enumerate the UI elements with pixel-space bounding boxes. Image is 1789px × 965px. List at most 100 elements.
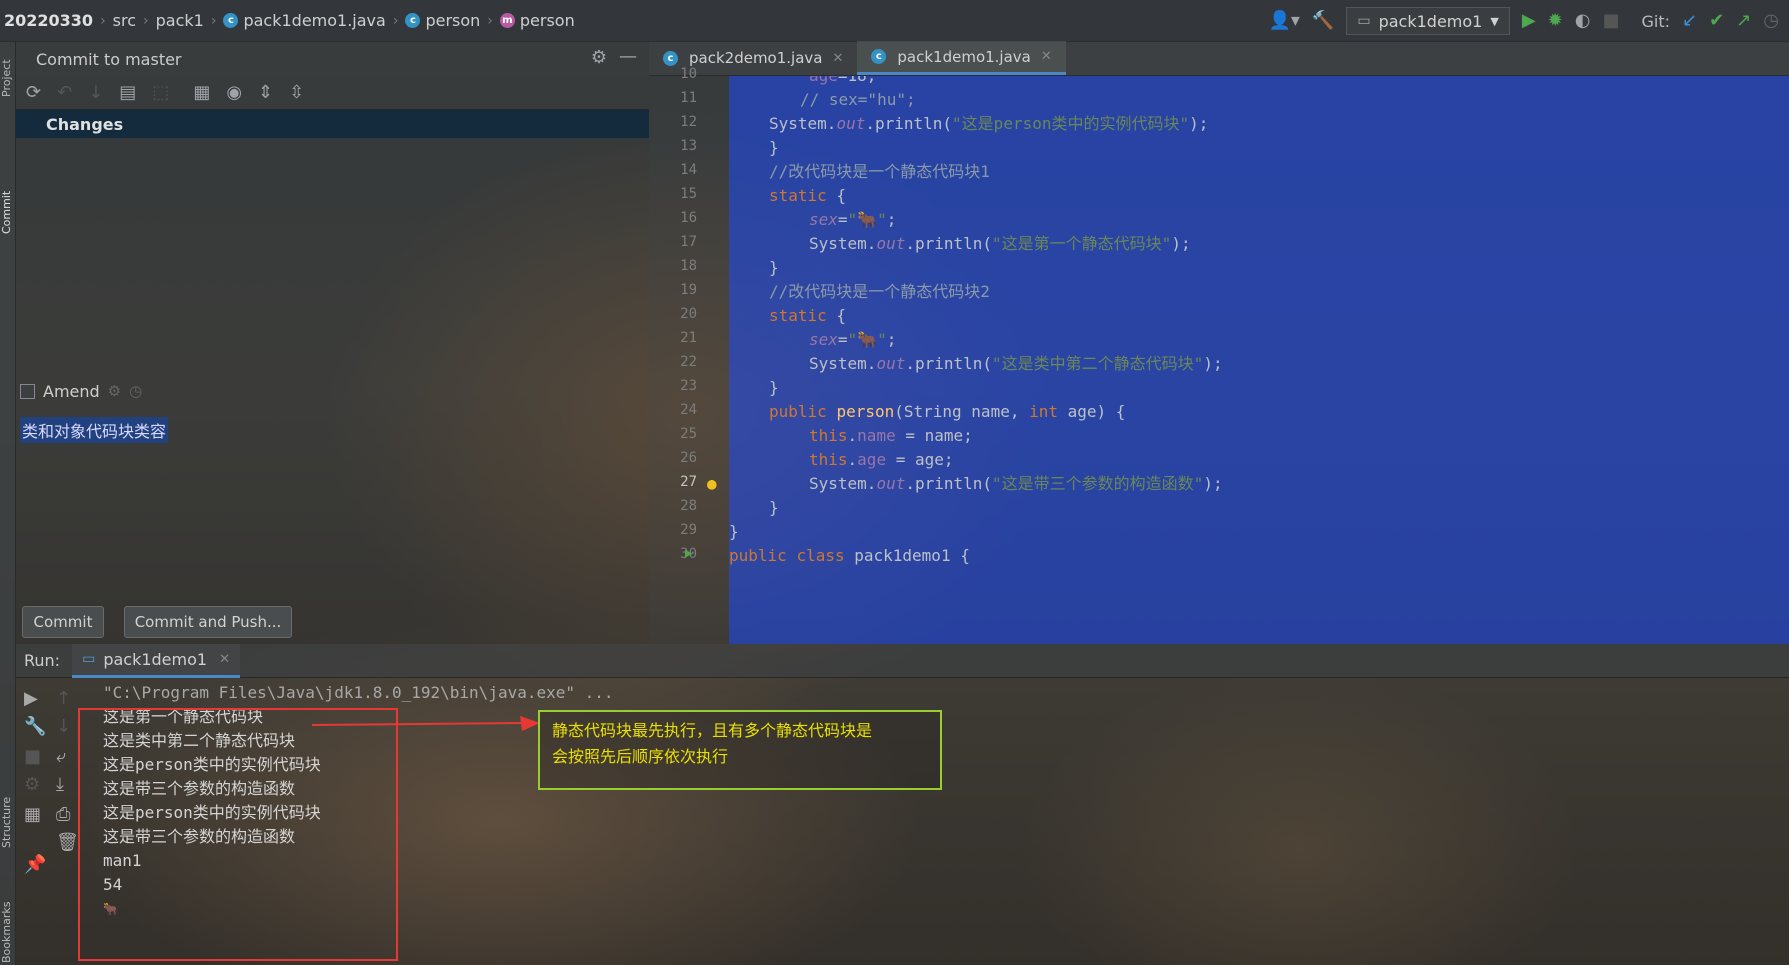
breadcrumb-pack1[interactable]: pack1: [156, 11, 204, 30]
shelve-icon[interactable]: ⬚: [152, 83, 169, 102]
code-token: age) {: [1058, 402, 1126, 421]
bookmarks-tool-tab[interactable]: Bookmarks: [0, 887, 16, 965]
tab-pack1demo1[interactable]: c pack1demo1.java ✕: [857, 41, 1066, 75]
minimize-icon[interactable]: —: [619, 48, 637, 66]
close-icon[interactable]: ✕: [832, 51, 843, 66]
code-line-17: System.out.println("这是第一个静态代码块");: [809, 232, 1191, 256]
scroll-to-end-icon[interactable]: ⤓: [56, 774, 64, 795]
project-tool-tab[interactable]: Project: [0, 48, 16, 108]
clock-icon[interactable]: ◷: [129, 384, 142, 399]
line-number: 25: [680, 426, 697, 442]
git-commit-icon[interactable]: ✔: [1709, 12, 1724, 30]
code-field: age: [857, 450, 887, 469]
line-number: 13: [680, 138, 697, 154]
breadcrumb-class[interactable]: person: [425, 11, 480, 30]
history-icon[interactable]: ◷: [1763, 12, 1779, 30]
arrow-up-icon[interactable]: ↑: [56, 688, 71, 709]
chevron-down-icon: ▼: [1490, 14, 1499, 28]
run-gutter-icon[interactable]: ▶: [685, 546, 693, 561]
breadcrumb-method[interactable]: person: [520, 11, 575, 30]
gear-icon[interactable]: ⚙: [591, 49, 607, 67]
breadcrumb-file[interactable]: pack1demo1.java: [243, 11, 385, 30]
run-tab-label: pack1demo1: [103, 649, 208, 669]
git-push-icon[interactable]: ↗: [1736, 12, 1751, 30]
rerun-icon[interactable]: ▶: [24, 688, 38, 709]
amend-option[interactable]: Amend ⚙ ◷: [20, 382, 142, 401]
soft-wrap-icon[interactable]: ⤶: [56, 746, 66, 767]
run-icon[interactable]: ▶: [1522, 12, 1536, 30]
run-tab-pack1demo1[interactable]: ▭ pack1demo1 ✕: [72, 643, 240, 678]
git-update-icon[interactable]: ↙: [1682, 12, 1697, 30]
group-by-icon[interactable]: ▦: [193, 83, 210, 102]
close-icon[interactable]: ✕: [1041, 49, 1052, 64]
code-keyword: this: [809, 450, 848, 469]
line-number: 14: [680, 162, 697, 178]
code-token: (String name,: [894, 402, 1030, 421]
rollback-icon[interactable]: ↶: [57, 83, 72, 102]
breadcrumb-src[interactable]: src: [113, 11, 136, 30]
refresh-icon[interactable]: ⟳: [26, 83, 41, 102]
code-line-12: System.out.println("这是person类中的实例代码块");: [769, 112, 1208, 136]
code-string: "这是类中第二个静态代码块": [992, 354, 1204, 373]
trash-icon[interactable]: 🗑: [56, 832, 79, 853]
print-icon[interactable]: ⎙: [56, 804, 70, 825]
code-token: age: [809, 76, 838, 85]
amend-checkbox[interactable]: [20, 384, 35, 399]
user-icon[interactable]: 👤▾: [1268, 12, 1299, 30]
code-line-13: }: [769, 138, 779, 157]
gear-icon[interactable]: ⚙: [108, 384, 121, 399]
code-token: System.: [809, 474, 877, 493]
commit-button[interactable]: Commit: [22, 606, 104, 638]
code-token: = age;: [886, 450, 954, 469]
code-keyword: static: [769, 306, 827, 325]
commit-tool-tab[interactable]: Commit: [0, 182, 16, 242]
code-line-22: System.out.println("这是类中第二个静态代码块");: [809, 352, 1223, 376]
eye-icon[interactable]: ◉: [226, 83, 242, 102]
line-number: 23: [680, 378, 697, 394]
line-number-current: 27: [680, 474, 697, 490]
structure-tool-tab[interactable]: Structure: [0, 782, 16, 862]
coverage-icon[interactable]: ◐: [1575, 12, 1591, 30]
build-hammer-icon[interactable]: 🔨: [1312, 12, 1334, 30]
code-line-26: this.age = age;: [809, 448, 954, 472]
run-configuration-select[interactable]: ▭ pack1demo1 ▼: [1346, 7, 1510, 35]
settings-icon[interactable]: ⚙: [24, 774, 40, 795]
expand-all-icon[interactable]: ⇕: [258, 83, 273, 102]
wrench-icon[interactable]: 🔧: [24, 716, 46, 737]
commit-toolbar: ⟳ ↶ ↓ ▤ ⬚ ▦ ◉ ⇕ ⇳: [16, 76, 649, 110]
commit-panel-title: Commit to master: [36, 49, 182, 69]
run-panel-header: Run: ▭ pack1demo1 ✕: [16, 643, 1789, 678]
line-number-gutter: 10 11 12 13 14 15 16 17 18 19 20 21 22 2…: [649, 66, 729, 644]
stop-icon[interactable]: ■: [24, 746, 41, 767]
pin-icon[interactable]: 📌: [24, 854, 46, 875]
diff-icon[interactable]: ▤: [119, 83, 136, 102]
code-token: pack1demo1 {: [844, 546, 970, 565]
code-token: out: [836, 114, 866, 133]
commit-and-push-button[interactable]: Commit and Push...: [124, 606, 292, 638]
breadcrumb-project[interactable]: 20220330: [4, 11, 93, 30]
stop-icon[interactable]: ■: [1602, 12, 1619, 30]
code-token: .: [847, 450, 858, 469]
annotation-line: 会按照先后顺序依次执行: [552, 747, 729, 766]
collapse-all-icon[interactable]: ⇳: [289, 83, 304, 102]
line-number: 16: [680, 210, 697, 226]
code-line-15: static {: [769, 184, 846, 208]
commit-message-text[interactable]: 类和对象代码块类容: [20, 417, 169, 443]
close-icon[interactable]: ✕: [219, 652, 230, 667]
debug-icon[interactable]: ✹: [1548, 12, 1563, 30]
code-line-29: }: [729, 522, 739, 541]
arrow-down-icon[interactable]: ↓: [56, 716, 71, 737]
commit-panel: Commit to master ⚙ — ⟳ ↶ ↓ ▤ ⬚ ▦ ◉ ⇕ ⇳ C…: [16, 42, 649, 644]
code-token: {: [826, 186, 847, 205]
code-editor[interactable]: age=18; // sex="hu"; System.out.println(…: [729, 76, 1789, 644]
run-configuration-label: pack1demo1: [1378, 11, 1483, 31]
code-line-23: }: [769, 378, 779, 397]
code-string: "🐂": [847, 210, 887, 229]
arrow-down-icon[interactable]: ↓: [88, 83, 103, 102]
code-line-24: public person(String name, int age) {: [769, 400, 1125, 424]
breadcrumb-separator-icon: ›: [487, 12, 493, 29]
lightbulb-icon[interactable]: ●: [707, 474, 717, 493]
changes-node[interactable]: Changes: [16, 110, 649, 138]
layout-icon[interactable]: ▦: [24, 804, 41, 825]
code-keyword: this: [809, 426, 848, 445]
